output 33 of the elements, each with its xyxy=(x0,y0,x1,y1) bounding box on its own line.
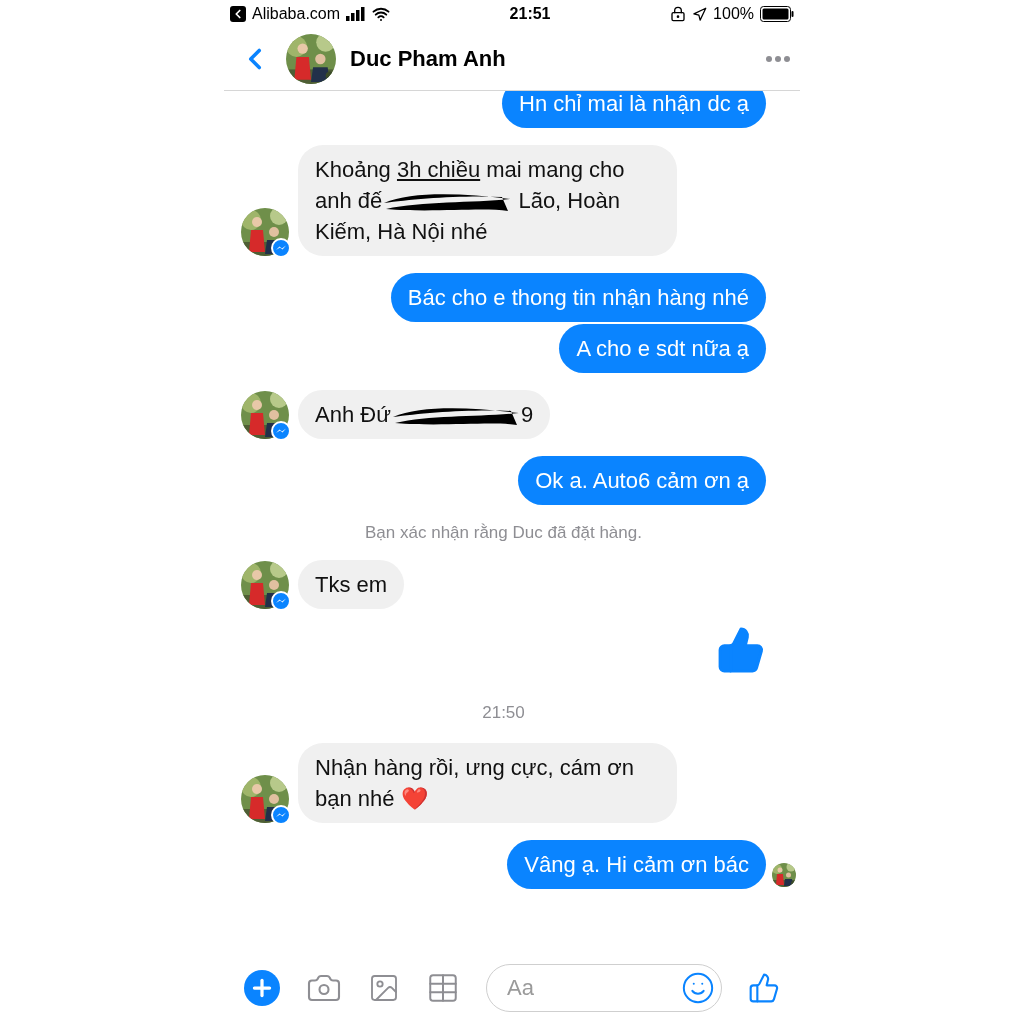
messenger-badge-icon xyxy=(271,421,291,441)
timestamp: 21:50 xyxy=(481,703,526,723)
back-app-label[interactable]: Alibaba.com xyxy=(252,5,341,23)
add-button[interactable] xyxy=(244,970,280,1006)
thumbs-up-icon xyxy=(716,625,766,675)
message-bubble: Hn chỉ mai là nhận dc ạ xyxy=(502,91,766,128)
image-icon[interactable] xyxy=(368,972,400,1004)
message-bubble: A cho e sdt nữa ạ xyxy=(559,324,766,373)
message-bubble: Bác cho e thong tin nhận hàng nhé xyxy=(390,273,766,322)
message-bubble: Nhận hàng rồi, ưng cực, cám ơn bạn nhé ❤ xyxy=(298,743,677,823)
emoji-icon[interactable] xyxy=(681,971,715,1005)
contact-name[interactable]: Duc Pham Anh xyxy=(350,46,752,72)
location-icon xyxy=(692,6,708,22)
thumbs-up-icon[interactable] xyxy=(748,972,780,1004)
more-icon[interactable] xyxy=(766,56,790,62)
message-bubble: Khoảng 3h chiều mai mang cho anh đế Lão, Hoàn Kiếm, Hà Nội nhé xyxy=(298,145,677,256)
battery-percent: 100% xyxy=(713,5,754,23)
battery-icon xyxy=(760,6,794,22)
message-field[interactable]: Aa xyxy=(486,964,722,1012)
wifi-icon xyxy=(372,5,391,23)
signal-icon xyxy=(346,7,367,21)
system-message: Bạn xác nhận rằng Duc đã đặt hàng. xyxy=(364,523,643,543)
message-bubble: Vâng ạ. Hi cảm ơn bác xyxy=(507,840,766,889)
back-icon[interactable] xyxy=(230,6,246,22)
clock-time: 21:51 xyxy=(508,5,552,23)
table-icon[interactable] xyxy=(426,971,460,1005)
message-bubble: Tks em xyxy=(298,560,405,609)
message-bubble: Ok a. Auto6 cảm ơn ạ xyxy=(518,456,766,505)
message-bubble: Anh Đứ 9 xyxy=(298,390,551,439)
messenger-badge-icon xyxy=(271,238,291,258)
messenger-badge-icon xyxy=(271,591,291,611)
messenger-badge-icon xyxy=(271,805,291,825)
rotation-lock-icon xyxy=(670,6,687,22)
